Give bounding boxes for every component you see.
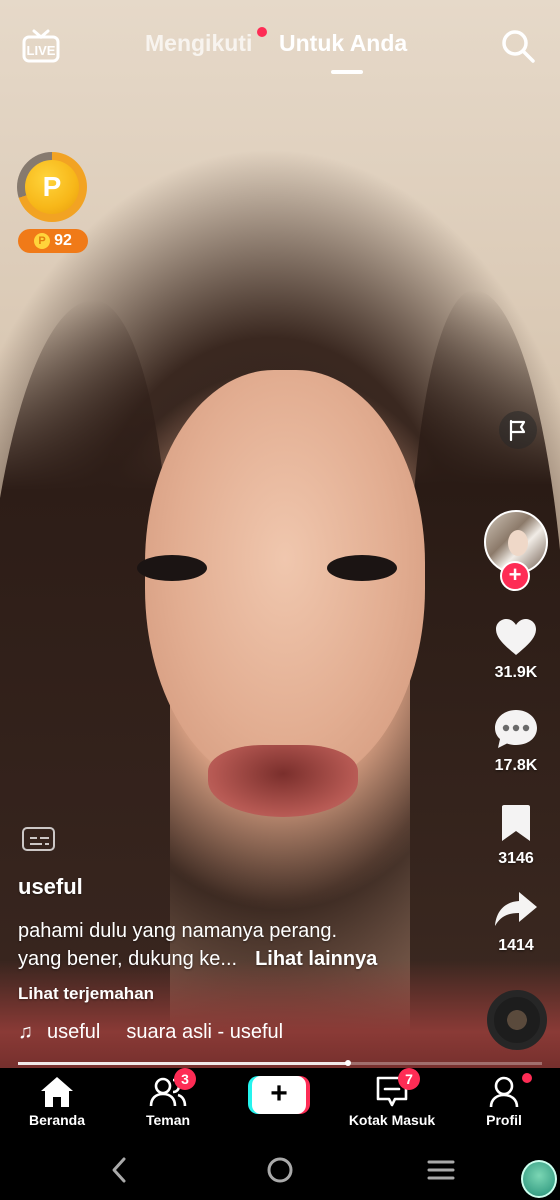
music-artist: useful <box>47 1021 101 1043</box>
heart-icon <box>496 619 536 655</box>
like-button[interactable]: 31.9K <box>480 617 552 682</box>
recents-icon[interactable] <box>421 1154 461 1186</box>
captions-icon[interactable] <box>22 827 55 851</box>
like-count: 31.9K <box>494 664 538 681</box>
video-frame-shirt <box>0 960 560 1068</box>
coin-letter: P <box>42 171 62 202</box>
comment-count: 17.8K <box>494 757 538 774</box>
translate-link[interactable]: Lihat terjemahan <box>18 984 154 1004</box>
floating-assistant-bubble[interactable] <box>521 1160 557 1198</box>
create-button[interactable]: + <box>248 1076 310 1114</box>
creator-username[interactable]: useful <box>18 874 83 900</box>
see-more-link[interactable]: Lihat lainnya <box>255 948 377 970</box>
tab-for-you[interactable]: Untuk Anda <box>279 30 407 57</box>
avatar-portrait <box>508 530 528 556</box>
search-icon[interactable] <box>500 28 536 64</box>
bookmark-count: 3146 <box>498 850 534 867</box>
post-caption[interactable]: pahami dulu yang namanya perang. yang be… <box>18 917 438 973</box>
comment-button[interactable]: 17.8K <box>480 708 552 775</box>
nav-inbox[interactable]: Kotak Masuk 7 <box>342 1068 442 1128</box>
following-notification-dot <box>257 27 267 37</box>
share-count: 1414 <box>498 937 534 954</box>
share-button[interactable]: 1414 <box>480 888 552 955</box>
points-coin-button[interactable]: P <box>17 152 87 222</box>
nav-profile[interactable]: Profil <box>454 1074 554 1128</box>
video-frame-mouth <box>208 745 358 817</box>
system-navigation-bar <box>0 1140 560 1200</box>
back-icon[interactable] <box>99 1154 139 1186</box>
caption-line-1: pahami dulu yang namanya perang. <box>18 920 338 942</box>
music-title: suara asli - useful <box>126 1021 284 1043</box>
share-arrow-icon <box>495 892 537 926</box>
tab-following[interactable]: Mengikuti <box>145 30 252 57</box>
live-tv-icon[interactable]: LIVE <box>22 28 60 63</box>
video-progress-bar[interactable] <box>18 1060 542 1066</box>
music-disc-button[interactable] <box>487 990 547 1050</box>
nav-inbox-label: Kotak Masuk <box>348 1112 436 1128</box>
nav-profile-label: Profil <box>486 1112 522 1128</box>
music-ticker[interactable]: ♫ useful suara asli - useful <box>18 1021 284 1044</box>
live-label: LIVE <box>27 43 56 58</box>
profile-icon <box>489 1076 519 1108</box>
profile-notification-dot <box>522 1073 532 1083</box>
nav-home[interactable]: Beranda <box>7 1074 107 1128</box>
video-frame-eye-right <box>327 555 397 581</box>
points-value: 92 <box>54 232 72 249</box>
video-frame-face <box>145 370 425 790</box>
home-icon <box>41 1077 73 1107</box>
bookmark-button[interactable]: 3146 <box>480 803 552 868</box>
home-circle-icon[interactable] <box>260 1154 300 1186</box>
friends-badge: 3 <box>174 1068 196 1090</box>
report-button[interactable] <box>499 411 537 449</box>
speech-bubble-icon <box>495 710 537 748</box>
nav-home-label: Beranda <box>28 1112 86 1128</box>
video-progress-fill <box>18 1062 349 1065</box>
coin-icon: P <box>25 160 79 214</box>
inbox-badge: 7 <box>398 1068 420 1090</box>
follow-button[interactable]: + <box>500 561 530 591</box>
flag-icon <box>509 419 526 441</box>
music-note-icon: ♫ <box>18 1021 33 1043</box>
plus-icon: + <box>252 1076 306 1114</box>
bookmark-icon <box>502 805 530 841</box>
nav-friends[interactable]: Teman 3 <box>118 1068 218 1128</box>
points-badge[interactable]: P 92 <box>18 229 88 253</box>
video-frame-eye-left <box>137 555 207 581</box>
video-player[interactable] <box>0 0 560 1068</box>
nav-friends-label: Teman <box>145 1112 191 1128</box>
active-tab-indicator <box>331 70 363 74</box>
caption-line-2: yang bener, dukung ke... <box>18 948 238 970</box>
points-mini-coin-icon: P <box>34 233 51 249</box>
